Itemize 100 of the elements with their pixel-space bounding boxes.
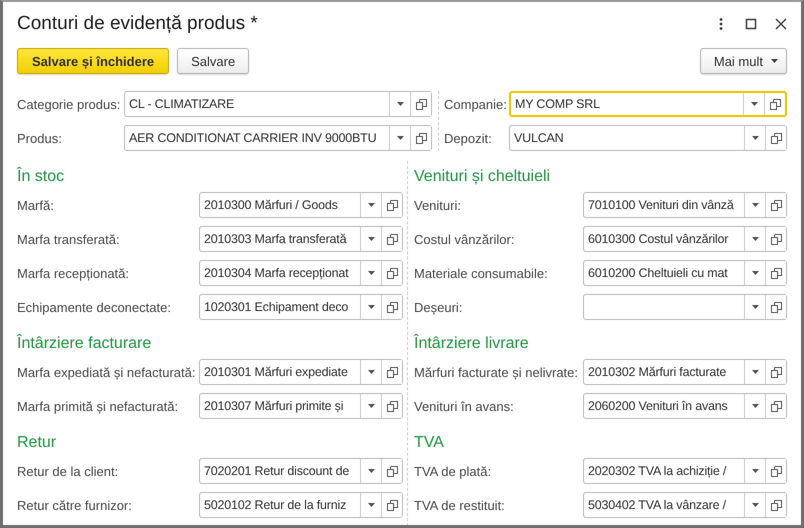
field-label: Echipamente deconectate: <box>17 300 171 314</box>
field-label: Mărfuri facturate și nelivrate: <box>414 364 578 380</box>
section-heading: În stoc <box>17 166 66 187</box>
open-window-icon <box>770 200 782 210</box>
combo-field[interactable]: 2020302 TVA la achiziție / <box>583 458 787 484</box>
field-label: Costul vânzărilor: <box>414 232 514 246</box>
open-button[interactable] <box>381 193 402 217</box>
field-label: Categorie produs: <box>17 96 122 112</box>
caret-icon <box>752 469 758 473</box>
open-window-icon <box>386 200 398 210</box>
field-label: Venituri: <box>414 198 461 212</box>
open-button[interactable] <box>381 360 402 384</box>
open-window-icon <box>770 98 780 110</box>
field-label: Marfa recepționată: <box>17 266 130 280</box>
close-icon[interactable] <box>775 18 787 30</box>
section-heading: TVA <box>414 433 445 453</box>
open-window-icon <box>386 302 398 312</box>
combo-field[interactable] <box>583 294 787 320</box>
open-button[interactable] <box>410 92 431 116</box>
caret-icon <box>752 203 758 207</box>
open-window-icon <box>770 268 782 278</box>
open-button[interactable] <box>764 93 785 115</box>
combo-field[interactable]: 2010304 Marfa recepționat <box>199 260 403 286</box>
combo-field[interactable]: 2010303 Marfa transferată <box>199 226 403 252</box>
open-button[interactable] <box>381 459 402 483</box>
open-window-icon <box>770 400 782 412</box>
open-button[interactable] <box>381 493 402 517</box>
open-button[interactable] <box>765 261 786 285</box>
combo-field[interactable]: 2010300 Mărfuri / Goods <box>199 192 403 218</box>
open-button[interactable] <box>381 227 402 251</box>
open-window-icon <box>416 98 426 110</box>
open-button[interactable] <box>765 126 786 150</box>
section-heading: Întârziere facturare <box>17 333 152 354</box>
open-window-icon <box>770 500 782 510</box>
field-label: Depozit: <box>444 130 493 146</box>
caret-icon <box>368 203 374 207</box>
open-window-icon <box>416 132 426 144</box>
caret-icon <box>368 237 374 241</box>
open-button[interactable] <box>381 394 402 418</box>
save-button[interactable]: Salvare <box>177 48 250 74</box>
open-window-icon <box>770 132 782 144</box>
caret-icon <box>752 136 758 140</box>
caret-icon <box>752 237 758 241</box>
open-button[interactable] <box>765 459 786 483</box>
open-button[interactable] <box>765 493 786 517</box>
combo-field[interactable]: VULCAN <box>509 125 787 151</box>
combo-field[interactable]: 7010100 Venituri din vânză <box>583 192 787 218</box>
open-button[interactable] <box>381 295 402 319</box>
field-label: Marfa primită și nefacturată: <box>17 398 178 414</box>
field-label: Produs: <box>17 130 63 146</box>
combo-field[interactable]: 2010307 Mărfuri primite și <box>199 393 403 419</box>
open-window-icon <box>386 234 398 244</box>
open-button[interactable] <box>381 261 402 285</box>
field-label: TVA de restituit: <box>414 498 505 512</box>
combo-field[interactable]: MY COMP SRL <box>509 91 787 117</box>
open-window-icon <box>770 234 782 244</box>
caret-icon <box>752 305 758 309</box>
caret-icon <box>368 469 374 473</box>
open-button[interactable] <box>765 295 786 319</box>
field-label: Marfa transferată: <box>17 232 120 246</box>
field-label: TVA de plată: <box>414 464 492 478</box>
combo-field[interactable]: CL - CLIMATIZARE <box>124 91 432 117</box>
field-label: Companie: <box>444 96 508 112</box>
open-window-icon <box>770 302 782 312</box>
open-window-icon <box>770 466 782 476</box>
open-window-icon <box>386 400 398 412</box>
combo-field[interactable]: 5020102 Retur de la furniz <box>199 492 403 518</box>
open-window-icon <box>770 366 782 378</box>
open-button[interactable] <box>765 227 786 251</box>
caret-icon <box>752 404 758 408</box>
open-window-icon <box>386 500 398 510</box>
combo-field[interactable]: 6010300 Costul vânzărilor <box>583 226 787 252</box>
caret-icon <box>368 271 374 275</box>
field-label: Retur către furnizor: <box>17 498 132 512</box>
caret-icon <box>368 404 374 408</box>
combo-field[interactable]: 7020201 Retur discount de <box>199 458 403 484</box>
combo-field[interactable]: AER CONDITIONAT CARRIER INV 9000BTU <box>124 125 432 151</box>
caret-icon <box>771 59 778 63</box>
caret-icon <box>396 136 404 140</box>
save-close-button[interactable]: Salvare și închidere <box>17 48 170 74</box>
open-button[interactable] <box>765 360 786 384</box>
maximize-icon[interactable] <box>745 18 757 30</box>
combo-field[interactable]: 2010301 Mărfuri expediate <box>199 359 403 385</box>
field-label: Marfa expediată și nefacturată: <box>17 364 196 380</box>
caret-icon <box>752 271 758 275</box>
combo-field[interactable]: 5030402 TVA la vânzare / <box>583 492 787 518</box>
window-title: Conturi de evidență produs * <box>17 13 259 35</box>
combo-field[interactable]: 6010200 Cheltuieli cu mat <box>583 260 787 286</box>
caret-icon <box>752 503 758 507</box>
combo-field[interactable]: 1020301 Echipament deco <box>199 294 403 320</box>
more-button[interactable]: Mai mult <box>700 48 787 74</box>
section-heading: Venituri și cheltuieli <box>414 167 552 187</box>
open-button[interactable] <box>765 193 786 217</box>
open-button[interactable] <box>765 394 786 418</box>
open-button[interactable] <box>410 126 431 150</box>
caret-icon <box>368 305 374 309</box>
field-label: Retur de la client: <box>17 464 118 478</box>
open-window-icon <box>386 466 398 476</box>
combo-field[interactable]: 2060200 Venituri în avans <box>583 393 787 419</box>
combo-field[interactable]: 2010302 Mărfuri facturate <box>583 359 787 385</box>
